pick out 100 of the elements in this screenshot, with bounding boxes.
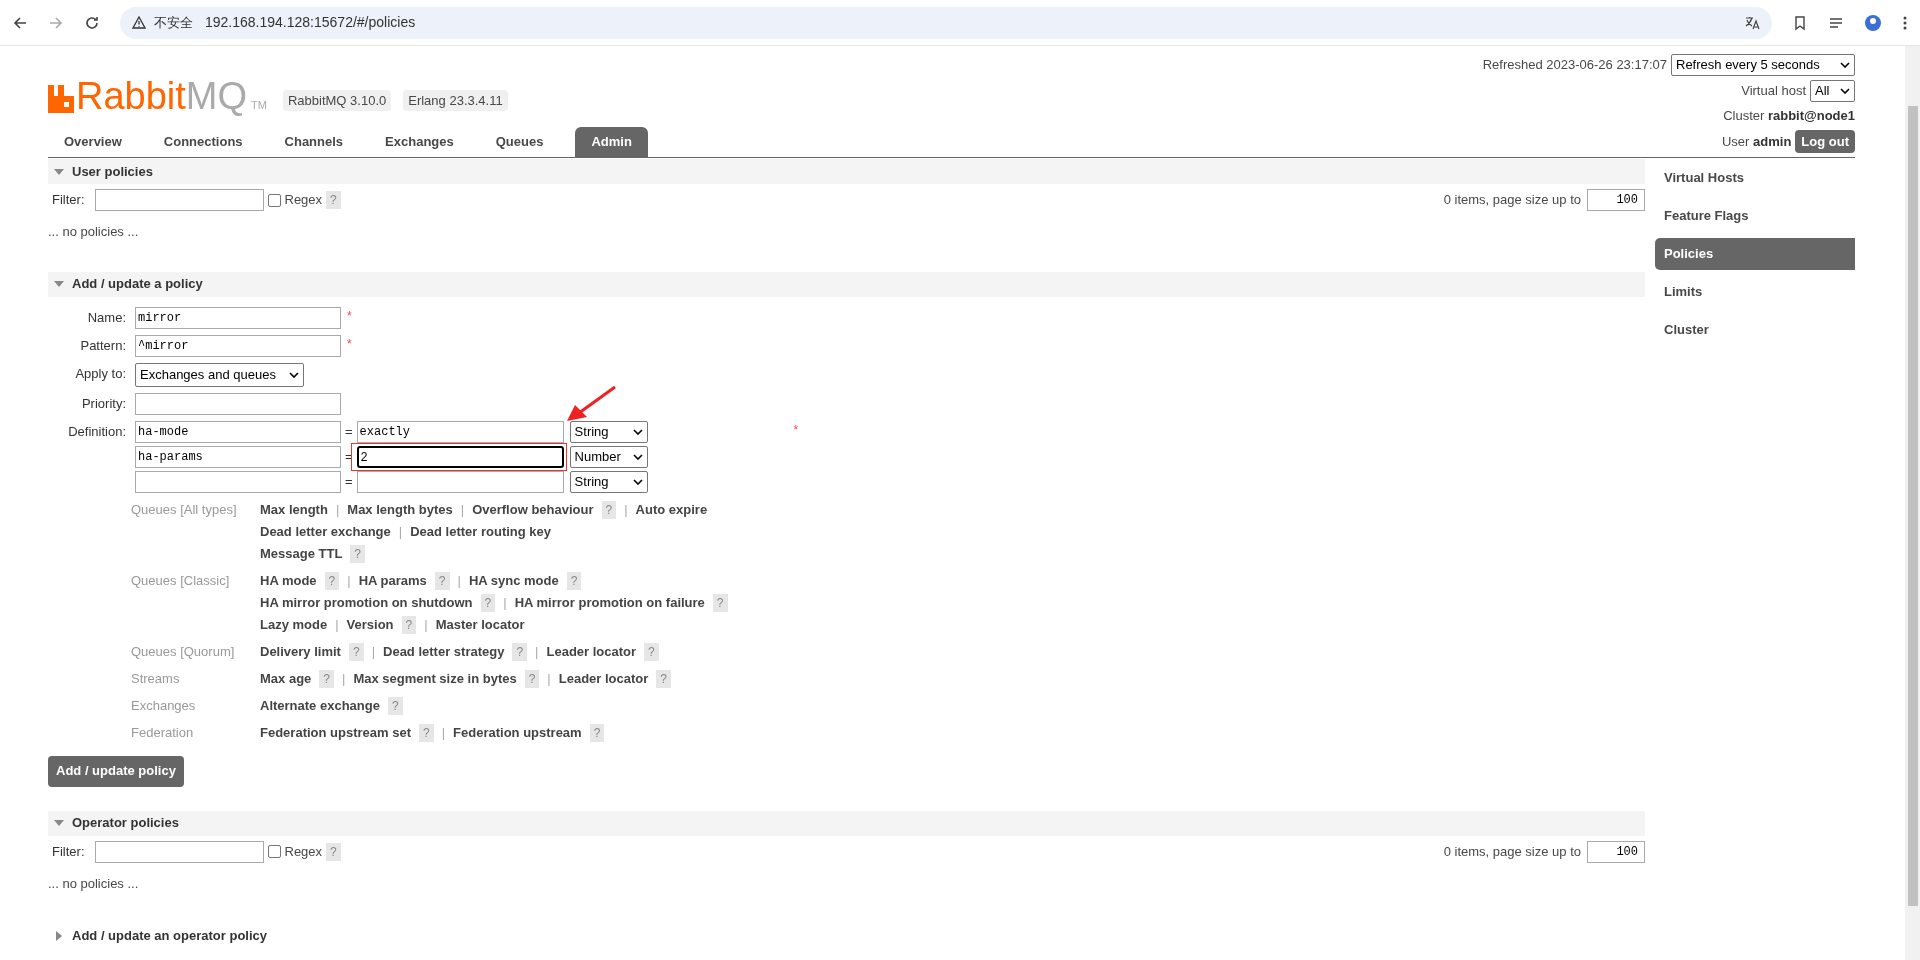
definition-link[interactable]: Federation upstream set <box>260 722 411 743</box>
sidebar-item[interactable]: Limits <box>1655 276 1855 308</box>
field-label: Priority: <box>80 394 126 413</box>
logout-button[interactable]: Log out <box>1795 129 1855 153</box>
equals-sign: = <box>345 422 353 441</box>
version-badge: Erlang 23.3.4.11 <box>403 89 508 111</box>
definition-link[interactable]: Dead letter exchange <box>260 521 391 542</box>
definition-link[interactable]: Alternate exchange <box>260 695 380 716</box>
group-label: Queues [All types] <box>131 500 238 519</box>
definition-link[interactable]: Delivery limit <box>260 641 341 662</box>
definition-link[interactable]: Max age <box>260 668 312 689</box>
nav-tab[interactable]: Overview <box>48 127 138 157</box>
definition-link[interactable]: Dead letter routing key <box>410 521 552 542</box>
filter-field[interactable] <box>94 189 264 211</box>
definition-link[interactable]: HA mirror promotion on shutdown <box>260 592 473 613</box>
definition-link[interactable]: HA mirror promotion on failure <box>514 592 705 613</box>
separator-text: | <box>371 642 375 661</box>
section-header[interactable]: Add / update a policy <box>48 271 1645 297</box>
separator-text: | <box>441 723 446 742</box>
text-field[interactable]: exactly <box>356 420 564 443</box>
chevron-icon <box>1840 62 1850 68</box>
sidebar-item[interactable]: Virtual Hosts <box>1655 162 1855 194</box>
scrollbar[interactable] <box>1905 46 1920 960</box>
refreshed-text: Refreshed 2023-06-26 23:17:07 <box>1482 56 1667 75</box>
filter-field[interactable] <box>94 840 264 863</box>
regex-checkbox[interactable] <box>267 193 281 207</box>
cluster-text: Cluster rabbit@node1 <box>1723 107 1855 125</box>
text-field[interactable]: ^mirror <box>135 334 341 357</box>
page-size-field[interactable]: 100 <box>1587 840 1645 863</box>
definition-link[interactable]: Version <box>346 614 394 635</box>
select-field[interactable]: String <box>569 470 648 493</box>
reload-icon[interactable] <box>84 14 100 31</box>
text-field[interactable] <box>356 470 564 493</box>
separator-text: | <box>335 500 340 519</box>
forward-icon[interactable] <box>48 14 64 31</box>
section-header[interactable]: Add / update an operator policy <box>48 923 1645 948</box>
definition-link[interactable]: Max length bytes <box>347 499 453 520</box>
definition-link[interactable]: Auto expire <box>635 499 708 520</box>
required-mark: * <box>347 307 352 325</box>
definition-link[interactable]: HA params <box>358 570 427 591</box>
select-field[interactable]: All <box>1810 80 1855 102</box>
definition-link[interactable]: Federation upstream <box>453 722 582 743</box>
definition-link[interactable]: Max length <box>260 499 328 520</box>
text-field[interactable]: 2 <box>356 445 564 468</box>
bookmark-icon[interactable] <box>1792 14 1808 31</box>
collapse-triangle-icon <box>54 166 64 177</box>
definition-link[interactable]: Leader locator <box>546 641 637 662</box>
definition-link[interactable]: Dead letter strategy <box>383 641 505 662</box>
expand-triangle-icon <box>54 930 64 941</box>
item-count-text: 0 items, page size up to <box>1443 842 1581 861</box>
select-field[interactable]: Exchanges and queues <box>135 362 304 387</box>
text-field[interactable]: mirror <box>135 306 341 329</box>
submit-button[interactable]: Add / update policy <box>48 755 184 787</box>
definition-link[interactable]: Master locator <box>435 614 525 635</box>
sidebar-item[interactable]: Feature Flags <box>1655 200 1855 232</box>
translate-icon[interactable] <box>1744 14 1760 31</box>
group-label: Exchanges <box>131 696 197 715</box>
separator-text: | <box>398 522 403 541</box>
definition-link[interactable]: HA sync mode <box>468 570 559 591</box>
select-field[interactable]: Number <box>569 445 648 468</box>
text-field[interactable] <box>135 470 341 493</box>
sidebar-item[interactable]: Cluster <box>1655 314 1855 346</box>
url-text: 192.168.194.128:15672/#/policies <box>205 13 416 32</box>
text-field[interactable]: ha-mode <box>135 420 341 443</box>
virtual-host-label: Virtual host <box>1741 82 1806 101</box>
required-mark: * <box>793 421 799 439</box>
sidebar-item[interactable]: Policies <box>1655 238 1855 270</box>
chevron-icon <box>632 478 643 485</box>
address-bar[interactable]: 不安全 192.168.194.128:15672/#/policies <box>120 6 1772 39</box>
section-header[interactable]: Operator policies <box>48 810 1645 836</box>
nav-tab[interactable]: Exchanges <box>369 127 470 157</box>
definition-link[interactable]: Leader locator <box>558 668 649 689</box>
regex-label: Regex <box>284 842 323 861</box>
more-icon[interactable] <box>1902 14 1908 31</box>
logo-icon <box>48 85 74 113</box>
chevron-icon <box>632 453 643 460</box>
field-label: Apply to: <box>74 364 126 383</box>
equals-sign: = <box>345 472 353 491</box>
definition-link[interactable]: Overflow behaviour <box>472 499 594 520</box>
back-icon[interactable] <box>12 14 28 31</box>
select-field[interactable]: String <box>569 420 648 443</box>
nav-tab[interactable]: Channels <box>268 127 360 157</box>
text-field[interactable]: ha-params <box>135 445 341 468</box>
nav-tab[interactable]: Queues <box>479 127 560 157</box>
definition-link[interactable]: HA mode <box>260 570 317 591</box>
separator-text: | <box>460 500 465 519</box>
definition-link[interactable]: Max segment size in bytes <box>353 668 517 689</box>
definition-link[interactable]: Lazy mode <box>260 614 328 635</box>
text-field[interactable] <box>135 392 341 415</box>
trademark-text: TM <box>251 97 267 113</box>
page-size-field[interactable]: 100 <box>1587 189 1645 211</box>
section-header[interactable]: User policies <box>48 159 1645 184</box>
profile-icon[interactable] <box>1864 13 1882 32</box>
definition-link[interactable]: Message TTL <box>260 543 343 564</box>
nav-tab[interactable]: Admin <box>575 127 648 157</box>
chevron-icon <box>289 371 299 378</box>
nav-tab[interactable]: Connections <box>147 127 259 157</box>
regex-checkbox[interactable] <box>267 845 281 858</box>
select-field[interactable]: Refresh every 5 seconds <box>1671 54 1855 76</box>
item-count-text: 0 items, page size up to <box>1443 191 1581 210</box>
